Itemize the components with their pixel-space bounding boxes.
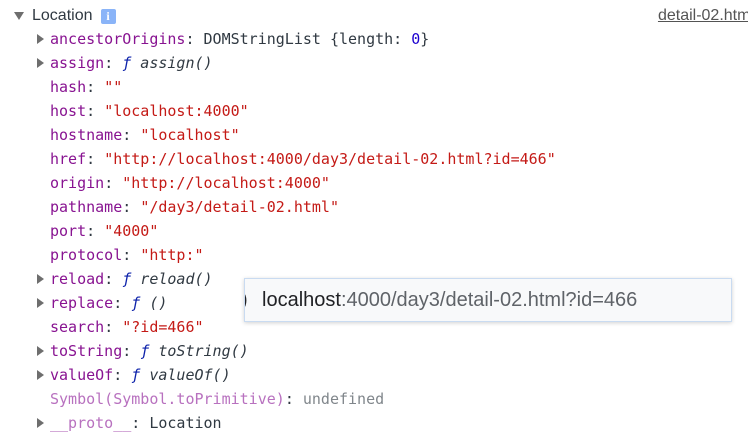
tooltip-edge-glyph: ) [245, 279, 248, 321]
tooltip-host: localhost [262, 289, 341, 311]
function-name: toString() [149, 342, 249, 360]
property-value: "" [104, 78, 123, 96]
property-row-port: port: "4000" [0, 219, 556, 243]
property-value: "http://localhost:4000" [122, 174, 330, 192]
function-icon: ƒ [131, 294, 141, 312]
source-link[interactable]: detail-02.html [658, 5, 748, 27]
separator: : [86, 78, 105, 96]
property-key: ancestorOrigins [50, 30, 186, 48]
function-name: assign() [131, 54, 213, 72]
separator: : [104, 174, 123, 192]
triangle-down-icon[interactable] [14, 12, 24, 20]
object-label: Location [32, 7, 93, 24]
triangle-right-icon[interactable] [37, 418, 44, 428]
triangle-right-icon[interactable] [37, 58, 44, 68]
property-value: "localhost" [140, 126, 240, 144]
property-value: "http://localhost:4000/day3/detail-02.ht… [104, 150, 556, 168]
object-header[interactable]: Location i [14, 5, 116, 27]
property-value: undefined [302, 390, 385, 408]
separator: : [122, 246, 141, 264]
triangle-right-icon[interactable] [37, 274, 44, 284]
property-row-hash: hash: "" [0, 75, 556, 99]
property-key: pathname [50, 198, 123, 216]
property-row-pathname: pathname: "/day3/detail-02.html" [0, 195, 556, 219]
property-row-host: host: "localhost:4000" [0, 99, 556, 123]
property-row-symbol-to-primitive: Symbol(Symbol.toPrimitive): undefined [0, 387, 556, 411]
property-row-value-of[interactable]: valueOf: ƒ valueOf() [0, 363, 556, 387]
triangle-right-icon[interactable] [37, 34, 44, 44]
separator: : [86, 102, 105, 120]
property-key: Symbol(Symbol.toPrimitive) [50, 390, 285, 408]
tooltip-url: localhost:4000/day3/detail-02.html?id=46… [262, 279, 637, 321]
separator: : [86, 222, 105, 240]
property-key: origin [50, 174, 105, 192]
function-icon: ƒ [140, 342, 150, 360]
separator: : [131, 414, 150, 432]
triangle-right-icon[interactable] [37, 346, 44, 356]
separator: : [86, 150, 105, 168]
property-row-to-string[interactable]: toString: ƒ toString() [0, 339, 556, 363]
triangle-right-icon[interactable] [37, 370, 44, 380]
property-key: toString [50, 342, 123, 360]
property-value: "?id=466" [122, 318, 204, 336]
property-key: replace [50, 294, 114, 312]
function-name: () [140, 294, 168, 312]
property-key: __proto__ [50, 414, 132, 432]
property-value: "localhost:4000" [104, 102, 249, 120]
triangle-right-icon[interactable] [37, 298, 44, 308]
url-tooltip: ) localhost:4000/day3/detail-02.html?id=… [244, 278, 732, 322]
function-icon: ƒ [131, 366, 141, 384]
property-key: hostname [50, 126, 123, 144]
property-value-number: 0 [411, 30, 421, 48]
property-row-origin: origin: "http://localhost:4000" [0, 171, 556, 195]
separator: : [122, 126, 141, 144]
property-value: "4000" [104, 222, 159, 240]
separator: : [284, 390, 303, 408]
property-row-assign[interactable]: assign: ƒ assign() [0, 51, 556, 75]
function-name: reload() [131, 270, 213, 288]
property-row-proto[interactable]: __proto__: Location [0, 411, 556, 435]
property-row-hostname: hostname: "localhost" [0, 123, 556, 147]
property-value-tail: } [420, 30, 430, 48]
property-key: hash [50, 78, 87, 96]
property-row-href: href: "http://localhost:4000/day3/detail… [0, 147, 556, 171]
property-value: "http:" [140, 246, 204, 264]
property-key: port [50, 222, 87, 240]
property-list: ancestorOrigins: DOMStringList {length: … [0, 27, 556, 435]
property-key: assign [50, 54, 105, 72]
property-key: host [50, 102, 87, 120]
function-icon: ƒ [122, 270, 132, 288]
property-key: protocol [50, 246, 123, 264]
property-key: valueOf [50, 366, 114, 384]
property-value: "/day3/detail-02.html" [140, 198, 339, 216]
property-value: DOMStringList {length: [203, 30, 412, 48]
property-key: href [50, 150, 87, 168]
property-value: Location [149, 414, 222, 432]
property-key: search [50, 318, 105, 336]
separator: : [185, 30, 204, 48]
separator: : [104, 318, 123, 336]
function-name: valueOf() [140, 366, 231, 384]
separator: : [122, 342, 141, 360]
property-key: reload [50, 270, 105, 288]
property-row-ancestor-origins[interactable]: ancestorOrigins: DOMStringList {length: … [0, 27, 556, 51]
function-icon: ƒ [122, 54, 132, 72]
separator: : [122, 198, 141, 216]
tooltip-path: :4000/day3/detail-02.html?id=466 [340, 289, 638, 311]
separator: : [104, 54, 123, 72]
separator: : [113, 366, 132, 384]
separator: : [113, 294, 132, 312]
separator: : [104, 270, 123, 288]
property-row-protocol: protocol: "http:" [0, 243, 556, 267]
info-icon[interactable]: i [100, 8, 116, 24]
